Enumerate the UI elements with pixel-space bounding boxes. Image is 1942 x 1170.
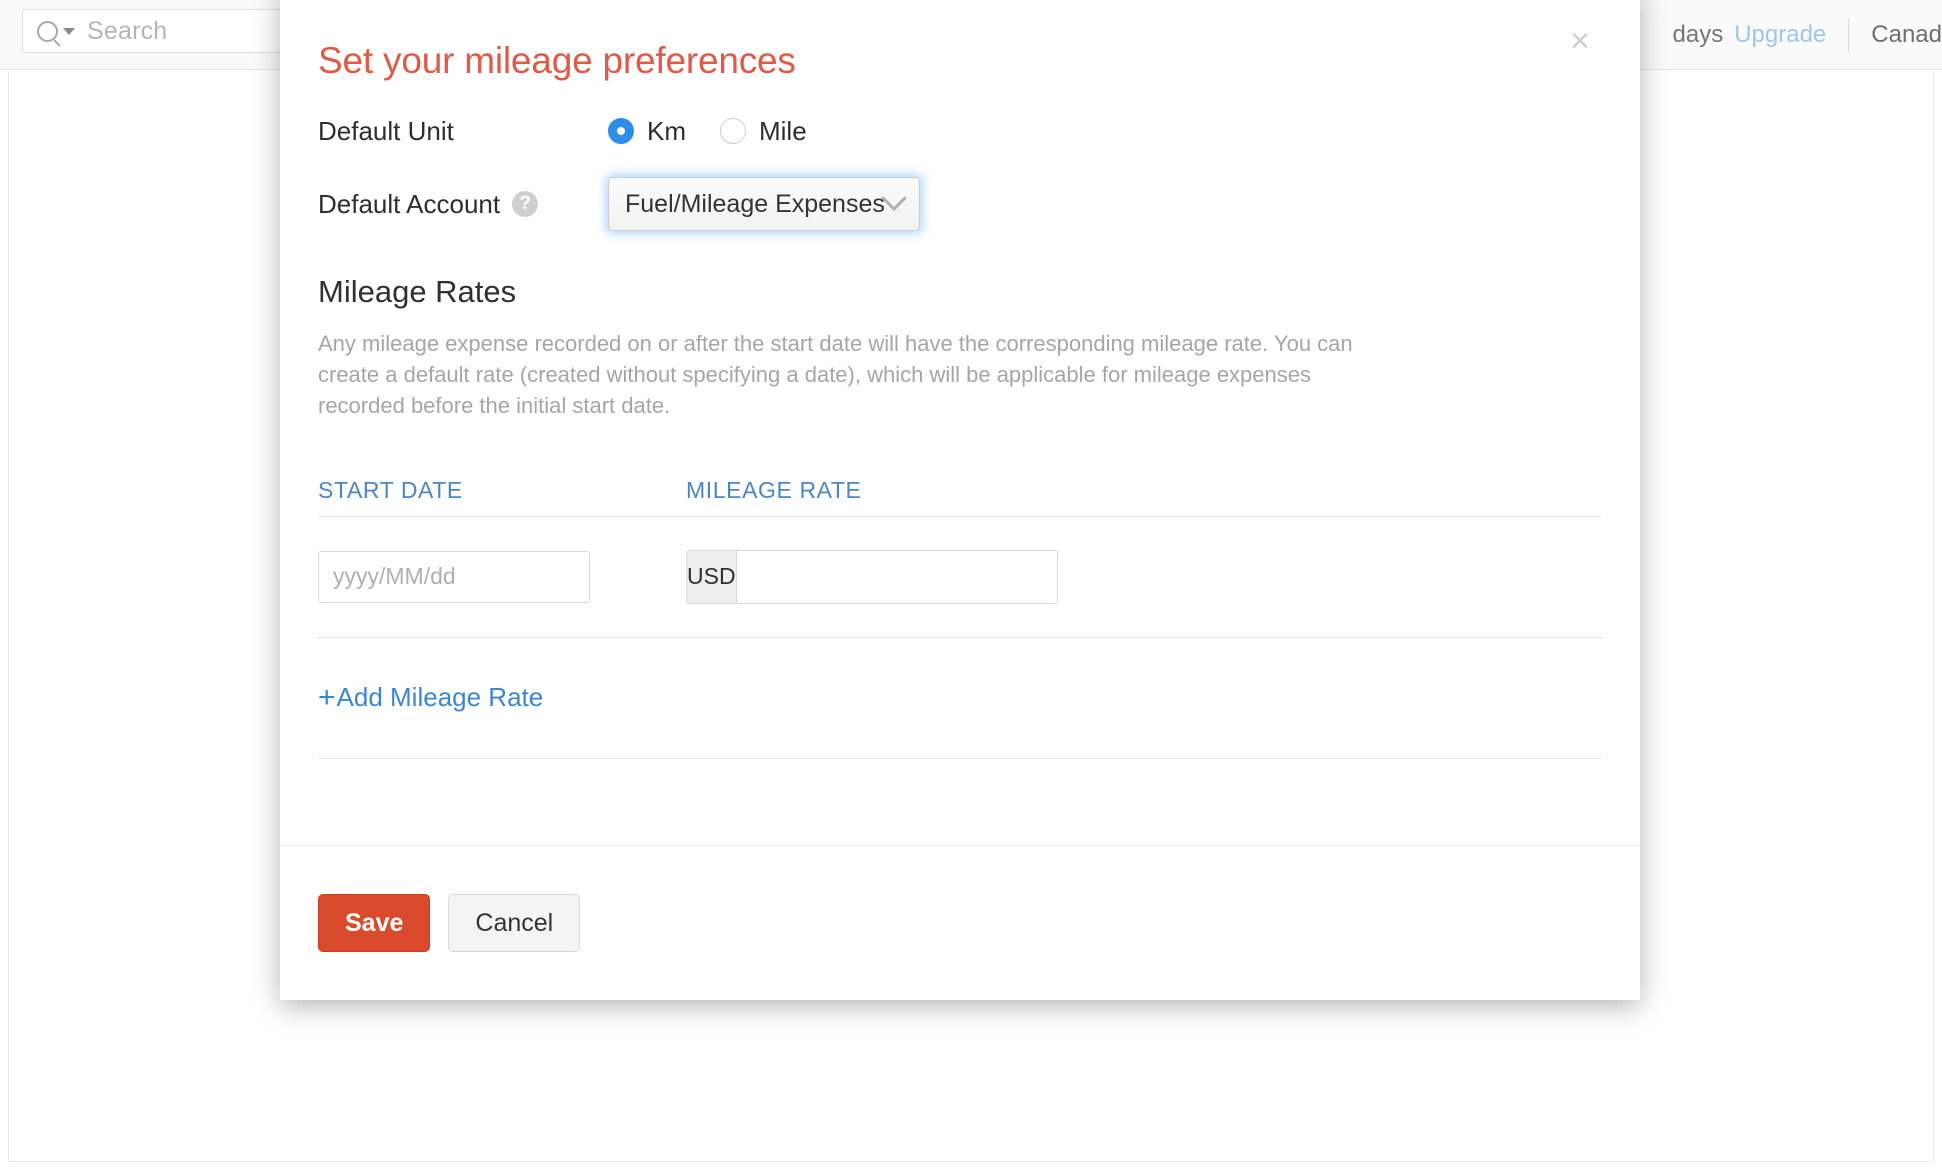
mileage-rates-heading: Mileage Rates — [318, 274, 517, 309]
topbar-right-group: days Upgrade Canad — [1673, 0, 1942, 70]
default-account-label-group: Default Account ? — [318, 189, 580, 220]
mileage-rate-input[interactable] — [735, 549, 1058, 604]
search-icon-group[interactable] — [37, 20, 75, 42]
column-header-mileage-rate: MILEAGE RATE — [686, 476, 862, 503]
add-mileage-rate-button[interactable]: + Add Mileage Rate — [318, 682, 543, 713]
default-unit-label-group: Default Unit — [318, 116, 580, 147]
mileage-preferences-dialog: × Set your mileage preferences Default U… — [280, 0, 1640, 1000]
trial-days-text: days — [1672, 21, 1724, 48]
default-account-select[interactable]: Fuel/Mileage Expenses — [608, 177, 920, 231]
dialog-body: Default Unit Km Mile Default Account ? F… — [280, 100, 1640, 845]
default-account-selected-value: Fuel/Mileage Expenses — [625, 189, 885, 218]
add-mileage-rate-row: + Add Mileage Rate — [318, 638, 1602, 759]
default-unit-radio-group[interactable]: Km Mile — [608, 116, 807, 147]
dialog-title: Set your mileage preferences — [318, 40, 796, 81]
cancel-button[interactable]: Cancel — [448, 894, 581, 952]
default-unit-row: Default Unit Km Mile — [318, 100, 1602, 162]
search-placeholder-text: Search — [87, 16, 168, 45]
add-mileage-rate-label: Add Mileage Rate — [336, 682, 544, 713]
radio-option-km[interactable]: Km — [608, 116, 686, 147]
plus-icon: + — [318, 680, 336, 714]
start-date-input[interactable] — [318, 550, 590, 603]
column-header-start-date: START DATE — [318, 476, 463, 503]
radio-mile-indicator[interactable] — [720, 118, 746, 144]
radio-km-label: Km — [647, 115, 686, 146]
close-icon[interactable]: × — [1562, 24, 1598, 60]
radio-mile-label: Mile — [759, 115, 807, 146]
currency-prefix-label: USD — [686, 549, 736, 604]
default-account-select-wrap[interactable]: Fuel/Mileage Expenses — [608, 177, 920, 231]
region-label[interactable]: Canad — [1871, 21, 1942, 49]
mileage-rate-input-group: USD — [686, 549, 1058, 604]
upgrade-link[interactable]: Upgrade — [1734, 21, 1826, 49]
search-icon — [37, 20, 58, 42]
help-icon[interactable]: ? — [512, 191, 539, 217]
radio-option-mile[interactable]: Mile — [720, 116, 807, 147]
default-account-row: Default Account ? Fuel/Mileage Expenses — [318, 168, 1602, 240]
default-unit-label: Default Unit — [318, 115, 454, 146]
mileage-rates-table: START DATE MILEAGE RATE USD — [318, 462, 1602, 759]
default-account-label: Default Account — [318, 188, 501, 219]
mileage-rates-description: Any mileage expense recorded on or after… — [318, 331, 1353, 419]
topbar-divider — [1848, 18, 1850, 52]
chevron-down-icon[interactable] — [63, 27, 75, 35]
table-row: USD — [318, 517, 1602, 638]
cell-mileage-rate: USD — [686, 549, 1058, 604]
radio-km-indicator[interactable] — [608, 118, 634, 144]
save-button[interactable]: Save — [318, 894, 431, 952]
chevron-down-icon[interactable] — [881, 185, 907, 212]
table-header-row: START DATE MILEAGE RATE — [318, 462, 1602, 517]
dialog-footer: Save Cancel — [280, 845, 1640, 1000]
cell-start-date — [318, 550, 686, 603]
